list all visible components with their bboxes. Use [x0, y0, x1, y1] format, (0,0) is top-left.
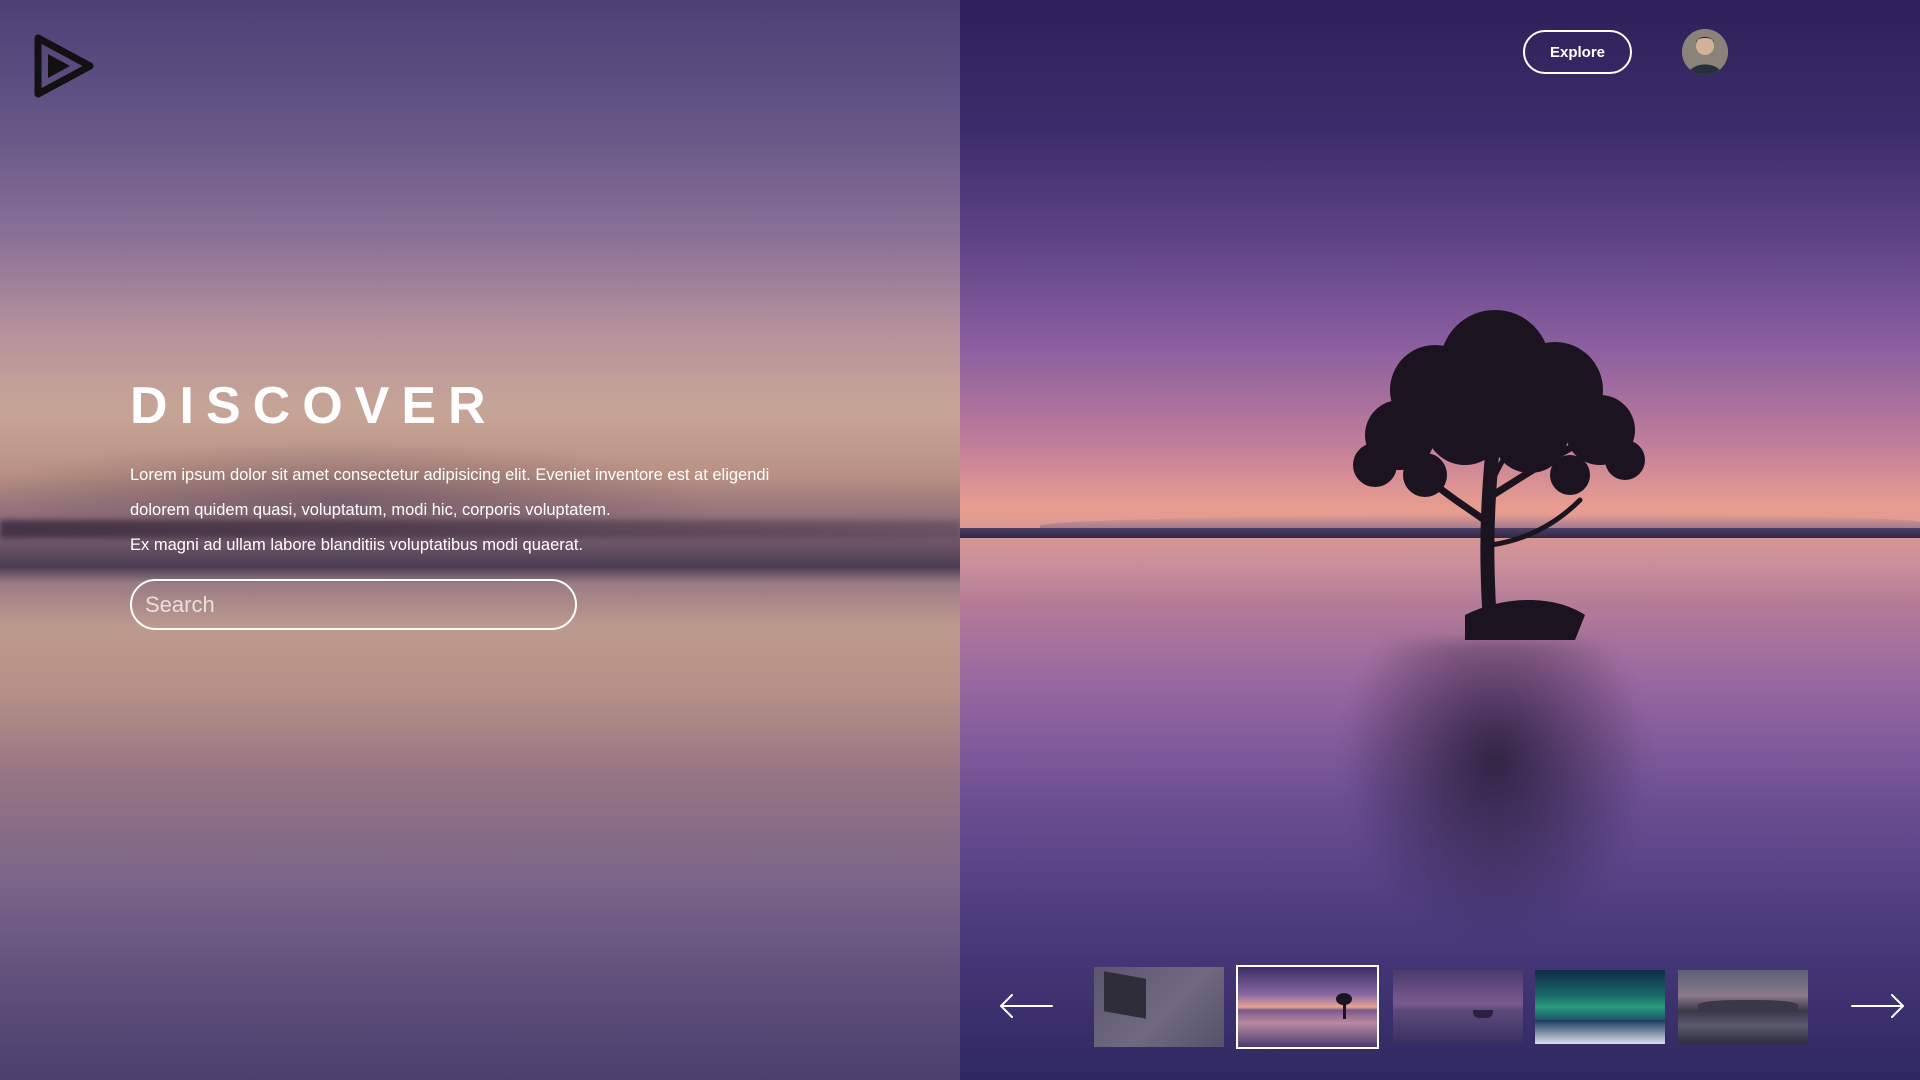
- play-triangle-logo-icon[interactable]: [34, 34, 94, 98]
- hero-description-line: dolorem quidem quasi, voluptatum, modi h…: [130, 501, 611, 519]
- hero-description-line: Lorem ipsum dolor sit amet consectetur a…: [130, 466, 770, 484]
- hero-section: DISCOVER Lorem ipsum dolor sit amet cons…: [130, 378, 830, 630]
- tree-silhouette: [1353, 310, 1645, 640]
- thumbnail-strip: [1094, 965, 1808, 1049]
- thumbnail-mountain-coast[interactable]: [1678, 970, 1808, 1044]
- thumbnail-tree-sunset[interactable]: [1236, 965, 1379, 1049]
- arrow-right-icon[interactable]: [1850, 991, 1906, 1021]
- thumbnail-aurora[interactable]: [1535, 970, 1665, 1044]
- tree-reflection: [1340, 640, 1650, 940]
- hero-description-line: Ex magni ad ullam labore blanditiis volu…: [130, 536, 584, 554]
- hero-description: Lorem ipsum dolor sit amet consectetur a…: [130, 458, 830, 563]
- user-avatar[interactable]: [1682, 29, 1728, 75]
- hero-title: DISCOVER: [130, 377, 498, 435]
- explore-button[interactable]: Explore: [1523, 30, 1632, 74]
- featured-image: [960, 0, 1920, 1080]
- thumbnail-dark-laptop[interactable]: [1094, 967, 1224, 1047]
- thumbnail-boat-lake[interactable]: [1393, 970, 1523, 1044]
- arrow-left-icon[interactable]: [998, 991, 1054, 1021]
- avatar-icon: [1682, 29, 1728, 75]
- search-input[interactable]: [130, 579, 577, 630]
